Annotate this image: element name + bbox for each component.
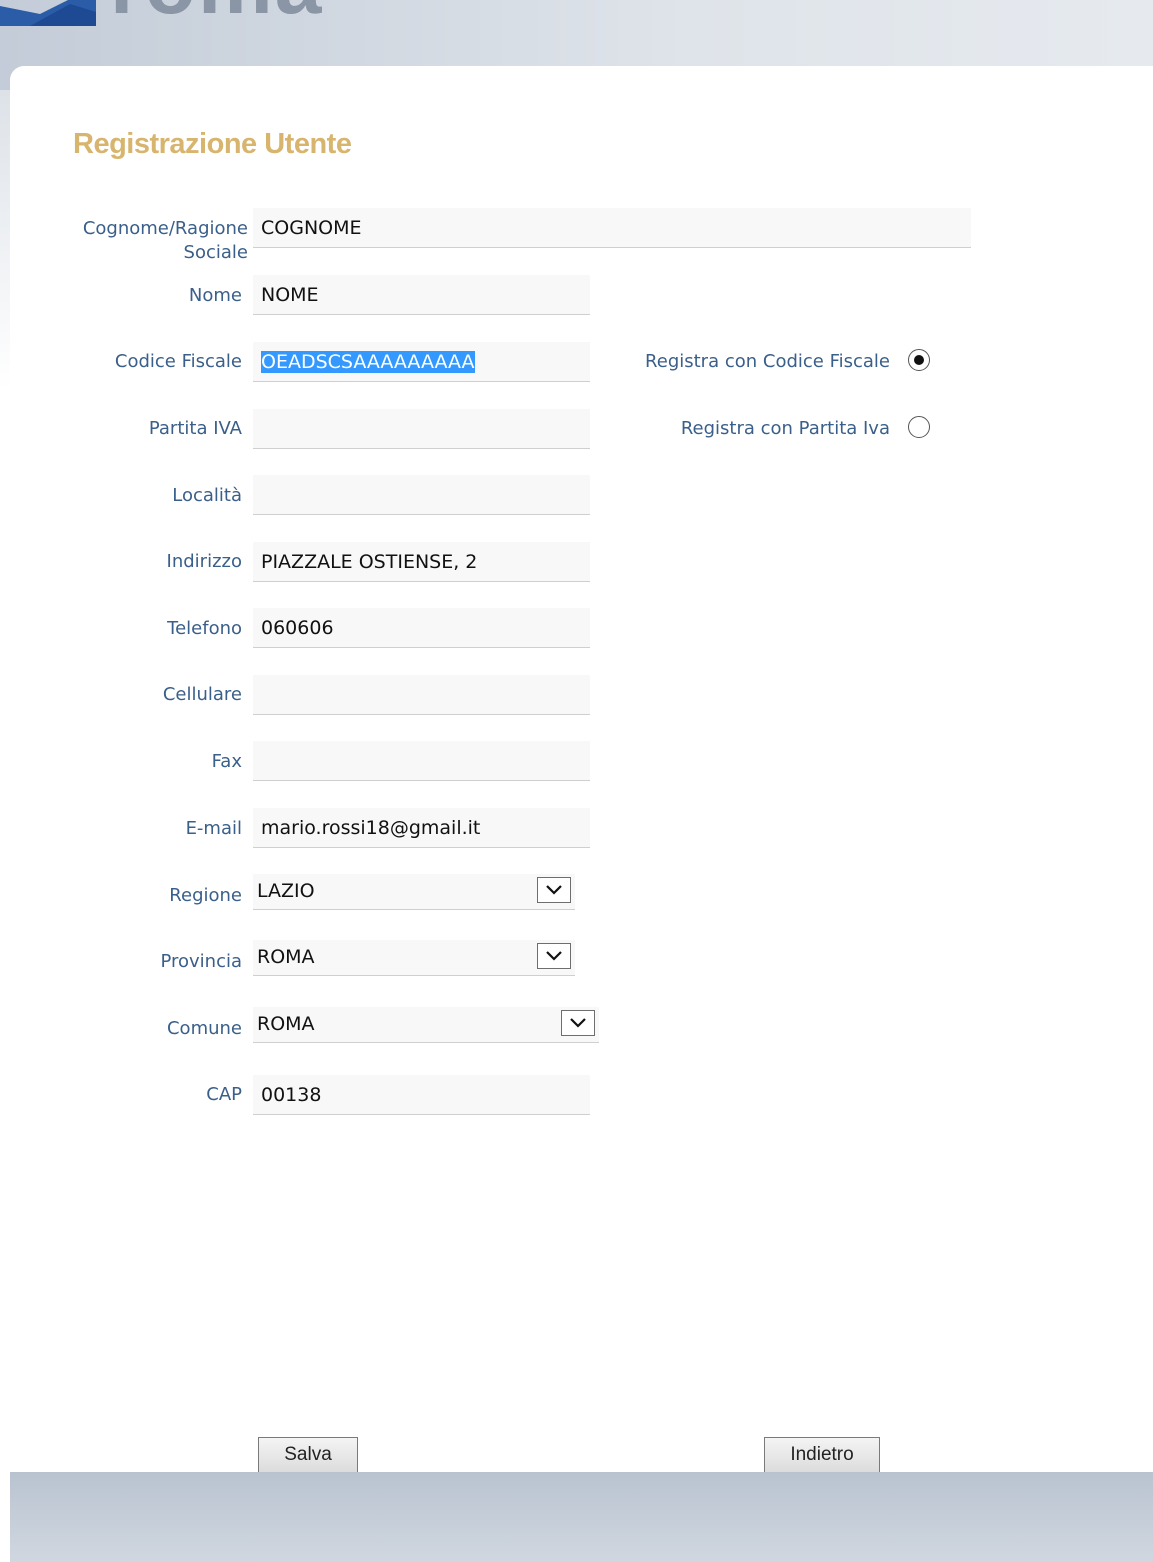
fax-label: Fax — [211, 751, 242, 772]
codice-fiscale-input[interactable]: OEADSCSAAAAAAAAA — [253, 342, 590, 382]
nome-label: Nome — [188, 285, 242, 306]
cognome-label: Cognome/Ragione Sociale — [6, 217, 248, 265]
fax-input[interactable] — [253, 741, 590, 781]
localita-input[interactable] — [253, 475, 590, 515]
cellulare-label: Cellulare — [162, 684, 242, 705]
radio-partita-iva-label: Registra con Partita Iva — [680, 418, 890, 439]
regione-select[interactable]: LAZIO — [253, 874, 575, 910]
cognome-label-line1: Cognome/Ragione — [82, 218, 248, 239]
indirizzo-input[interactable]: PIAZZALE OSTIENSE, 2 — [253, 542, 590, 582]
chevron-down-icon[interactable] — [561, 1010, 595, 1036]
telefono-input[interactable]: 060606 — [253, 608, 590, 648]
email-input[interactable]: mario.rossi18@gmail.it — [253, 808, 590, 848]
radio-codice-fiscale-label: Registra con Codice Fiscale — [645, 351, 890, 372]
radio-codice-fiscale[interactable] — [908, 349, 930, 371]
provincia-select[interactable]: ROMA — [253, 940, 575, 976]
indirizzo-label: Indirizzo — [166, 551, 242, 572]
codice-fiscale-value: OEADSCSAAAAAAAAA — [261, 351, 475, 373]
provincia-value: ROMA — [257, 946, 315, 968]
chevron-down-icon[interactable] — [537, 877, 571, 903]
footer-band — [10, 1472, 1153, 1562]
cellulare-input[interactable] — [253, 675, 590, 715]
partita-iva-input[interactable] — [253, 409, 590, 449]
save-button[interactable]: Salva — [258, 1437, 358, 1473]
comune-label: Comune — [166, 1018, 242, 1039]
localita-label: Località — [172, 485, 242, 506]
regione-label: Regione — [169, 885, 242, 906]
nome-input[interactable]: NOME — [253, 275, 590, 315]
comune-select[interactable]: ROMA — [253, 1007, 599, 1043]
provincia-label: Provincia — [160, 951, 242, 972]
codice-fiscale-label: Codice Fiscale — [114, 351, 242, 372]
telefono-label: Telefono — [167, 618, 242, 639]
logo-text: roma — [110, 0, 323, 26]
page: roma Registrazione Utente Cognome/Ragion… — [0, 0, 1153, 1562]
chevron-down-icon[interactable] — [537, 943, 571, 969]
back-button[interactable]: Indietro — [764, 1437, 880, 1473]
page-title: Registrazione Utente — [73, 128, 352, 160]
cap-input[interactable]: 00138 — [253, 1075, 590, 1115]
comune-value: ROMA — [257, 1013, 315, 1035]
regione-value: LAZIO — [257, 880, 315, 902]
radio-partita-iva[interactable] — [908, 416, 930, 438]
header-logo: roma — [0, 0, 323, 26]
cap-label: CAP — [206, 1084, 242, 1105]
cognome-label-line2: Sociale — [183, 242, 248, 263]
roma-logo-icon — [0, 0, 96, 26]
radio-checked-dot — [914, 355, 924, 365]
partita-iva-label: Partita IVA — [148, 418, 242, 439]
cognome-input[interactable]: COGNOME — [253, 208, 971, 248]
email-label: E-mail — [185, 818, 242, 839]
